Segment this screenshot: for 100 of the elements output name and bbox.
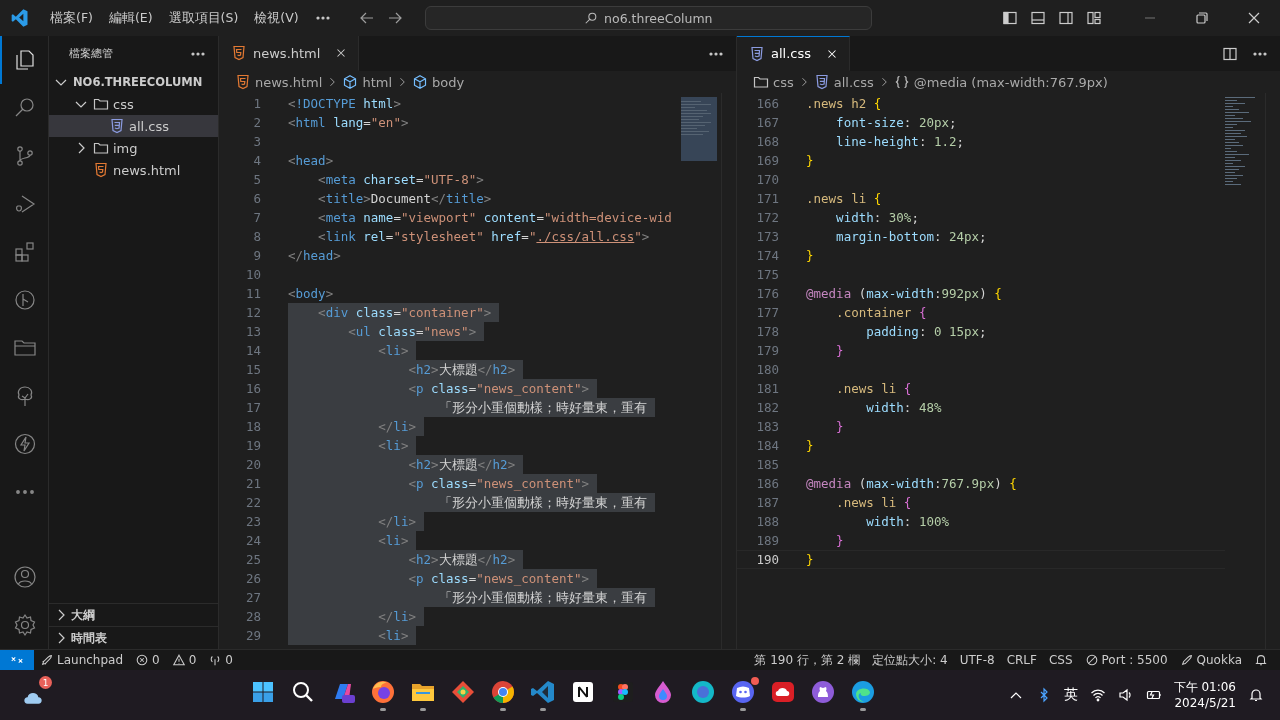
app-icon[interactable] [450, 679, 476, 705]
secondary-sidebar-icon[interactable] [1058, 10, 1074, 26]
code-line: } [806, 551, 814, 569]
error-icon [135, 653, 150, 667]
breadcrumb[interactable]: css [773, 74, 794, 90]
folder-icon [93, 140, 109, 156]
status-item[interactable]: UTF-8 [953, 653, 1001, 667]
status-item[interactable]: Launchpad [34, 653, 130, 667]
code-line: } [806, 247, 814, 265]
line-number: 4 [252, 153, 261, 168]
file-item[interactable]: all.css [49, 115, 218, 137]
close-icon[interactable] [1246, 10, 1262, 26]
line-number: 12 [244, 305, 261, 320]
panel-toggle-icon[interactable] [1030, 10, 1046, 26]
panel-section-header[interactable]: 大綱 [49, 603, 218, 626]
sidebar-toggle-icon[interactable] [1002, 10, 1018, 26]
remote-button[interactable] [0, 650, 34, 670]
line-number: 16 [244, 381, 261, 396]
line-number: 185 [755, 457, 779, 472]
code-line: .news li { [806, 190, 882, 208]
line-number: 170 [755, 172, 779, 187]
line-number: 5 [252, 172, 261, 187]
line-number: 9 [252, 248, 261, 263]
status-item[interactable]: CSS [1042, 653, 1079, 667]
forward-icon[interactable] [386, 10, 403, 26]
folder-item[interactable]: img [49, 137, 218, 159]
app-icon[interactable] [730, 679, 756, 705]
line-number: 18 [244, 419, 261, 434]
app-icon[interactable] [810, 679, 836, 705]
code-line: font-size: 20px; [835, 114, 957, 132]
css-file-icon [813, 74, 830, 90]
git-graph-icon[interactable] [13, 288, 37, 312]
breadcrumb[interactable]: @media (max-width:767.9px) [913, 74, 1108, 90]
status-item[interactable]: CRLF [1000, 653, 1043, 667]
status-item[interactable]: 0 [165, 653, 203, 667]
menu-item[interactable]: 檔案(F) [42, 6, 101, 30]
warning-icon [171, 653, 186, 667]
line-number: 181 [755, 381, 779, 396]
explorer-icon[interactable] [13, 48, 37, 72]
html-file-icon [231, 45, 247, 61]
app-icon[interactable] [570, 679, 596, 705]
css-file-icon [109, 118, 125, 134]
line-number: 6 [252, 191, 261, 206]
start-icon[interactable] [250, 679, 276, 705]
line-number: 25 [244, 552, 261, 567]
app-icon[interactable] [850, 679, 876, 705]
status-item[interactable]: Quokka [1173, 653, 1248, 667]
layout-icon[interactable] [1086, 10, 1102, 26]
line-number: 171 [755, 191, 779, 206]
line-number: 3 [252, 134, 261, 149]
line-number: 179 [755, 343, 779, 358]
breadcrumb[interactable]: news.html [255, 74, 323, 90]
line-number: 177 [755, 305, 779, 320]
line-number: 173 [755, 229, 779, 244]
status-item[interactable]: 0 [129, 653, 166, 667]
status-item[interactable]: Port : 5500 [1078, 653, 1174, 667]
line-number: 22 [244, 495, 261, 510]
line-number: 28 [244, 609, 261, 624]
bell-icon[interactable] [1254, 653, 1268, 667]
workspace-header[interactable]: NO6.THREECOLUMN [49, 71, 218, 93]
line-number: 2 [252, 115, 261, 130]
editor-tab[interactable]: all.css [737, 36, 850, 71]
menu-item[interactable]: 檢視(V) [246, 6, 307, 30]
app-icon[interactable] [690, 679, 716, 705]
app-logo-icon [10, 8, 30, 28]
editor-tab[interactable]: news.html [219, 36, 360, 71]
app-icon[interactable] [490, 679, 516, 705]
notification-badge: 1 [39, 676, 52, 689]
line-number: 178 [755, 324, 779, 339]
app-icon[interactable] [770, 679, 796, 705]
app-icon[interactable] [370, 679, 396, 705]
status-item[interactable]: 第 190 行，第 2 欄 [748, 651, 867, 669]
back-icon[interactable] [358, 10, 375, 26]
account-icon[interactable] [13, 565, 37, 589]
code-line: line-height: 1.2; [835, 133, 965, 151]
bell-icon[interactable] [1248, 687, 1264, 703]
status-item[interactable]: 定位點大小: 4 [866, 651, 954, 669]
file-item[interactable]: news.html [49, 159, 218, 181]
code-line: } [835, 418, 844, 436]
clock[interactable]: 下午 01:06 2024/5/21 [1173, 679, 1236, 711]
folder-item[interactable]: css [49, 93, 218, 115]
line-number: 29 [244, 628, 261, 643]
split-editor-icon[interactable] [1222, 45, 1238, 62]
menu-item[interactable]: 編輯(E) [100, 6, 161, 30]
lightning-icon[interactable] [13, 432, 37, 456]
menu-item[interactable]: 選取項目(S) [160, 6, 247, 30]
breadcrumb[interactable]: all.css [833, 74, 874, 90]
settings-icon[interactable] [13, 613, 37, 637]
breadcrumb[interactable]: html [362, 74, 392, 90]
status-item[interactable]: 0 [202, 653, 239, 667]
blocked-icon [1084, 653, 1099, 667]
extensions-icon[interactable] [13, 240, 37, 264]
search-field[interactable]: no6.threeColumn [424, 6, 872, 30]
wifi-icon[interactable] [1089, 687, 1106, 703]
volume-icon[interactable] [1117, 687, 1134, 703]
restore-icon[interactable] [1194, 10, 1210, 26]
breadcrumb[interactable]: body [432, 74, 465, 90]
input-method-indicator[interactable]: 英 [1063, 686, 1078, 704]
line-number: 23 [244, 514, 261, 529]
cube-icon [412, 74, 428, 90]
